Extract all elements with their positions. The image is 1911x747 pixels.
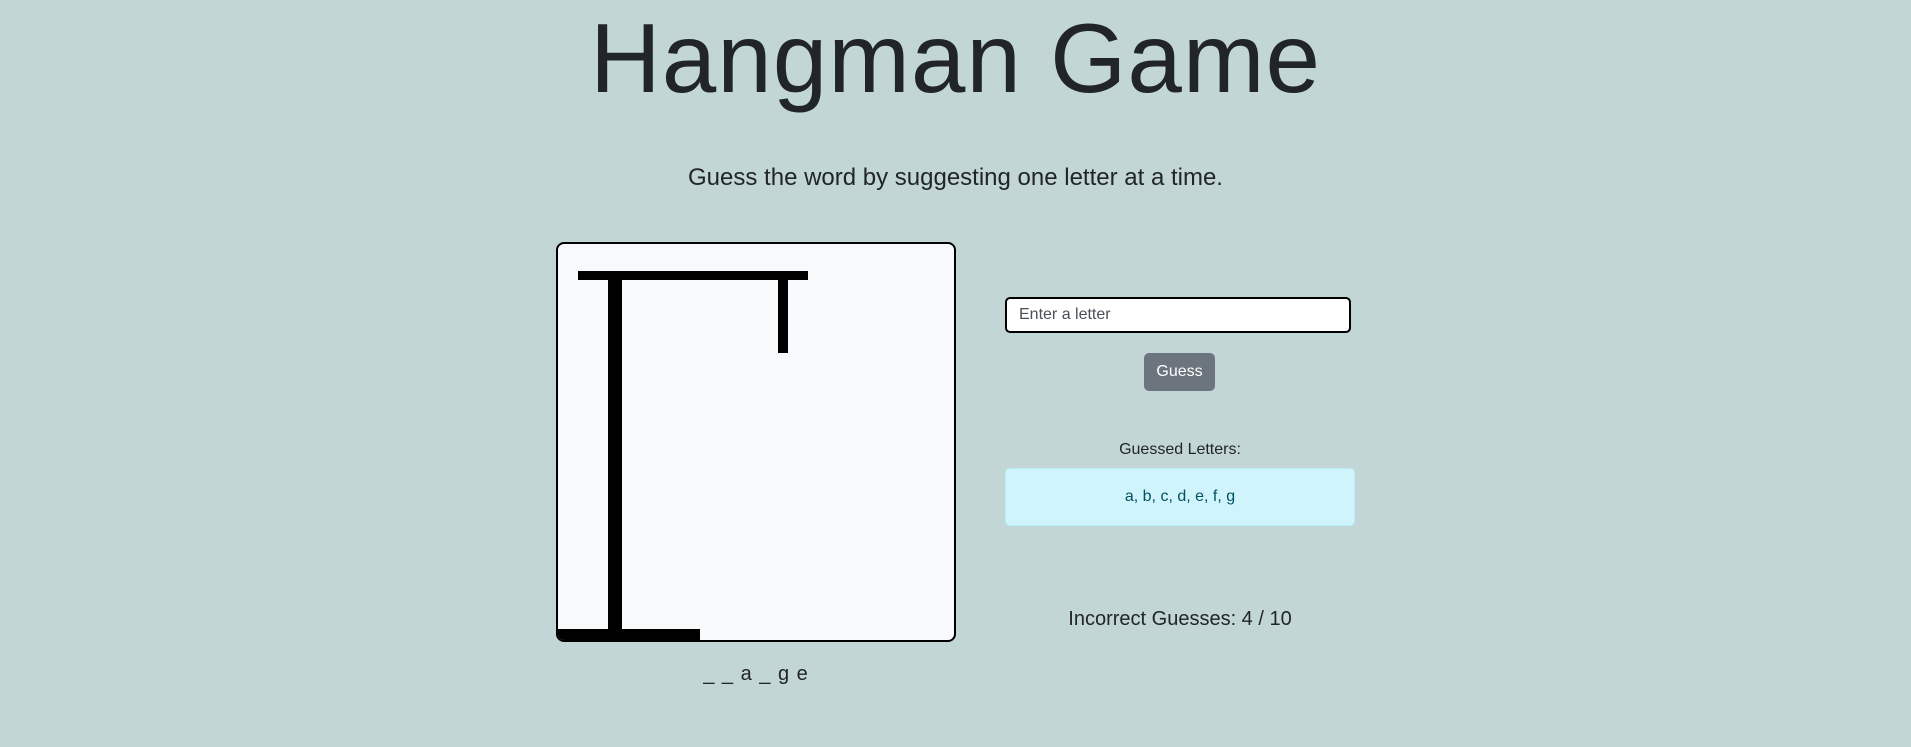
instructions-text: Guess the word by suggesting one letter … (688, 164, 1223, 191)
guessed-letters-list: a, b, c, d, e, f, g (1124, 488, 1236, 505)
gallows-drawing (558, 271, 808, 640)
page-title: Hangman Game (589, 3, 1322, 113)
incorrect-guesses-counter: Incorrect Guesses: 4 / 10 (1068, 608, 1292, 630)
guessed-letters-label: Guessed Letters: (1119, 441, 1241, 458)
gallows-rope (778, 271, 788, 353)
guessed-letters-box: a, b, c, d, e, f, g (1005, 468, 1355, 526)
gallows-beam (578, 271, 808, 280)
hangman-board (556, 242, 956, 642)
word-display: _ _ a _ g e (703, 663, 809, 685)
gallows-pole (608, 278, 622, 630)
gallows-base (558, 629, 700, 640)
guess-button[interactable]: Guess (1144, 353, 1215, 391)
letter-input[interactable] (1005, 297, 1351, 333)
